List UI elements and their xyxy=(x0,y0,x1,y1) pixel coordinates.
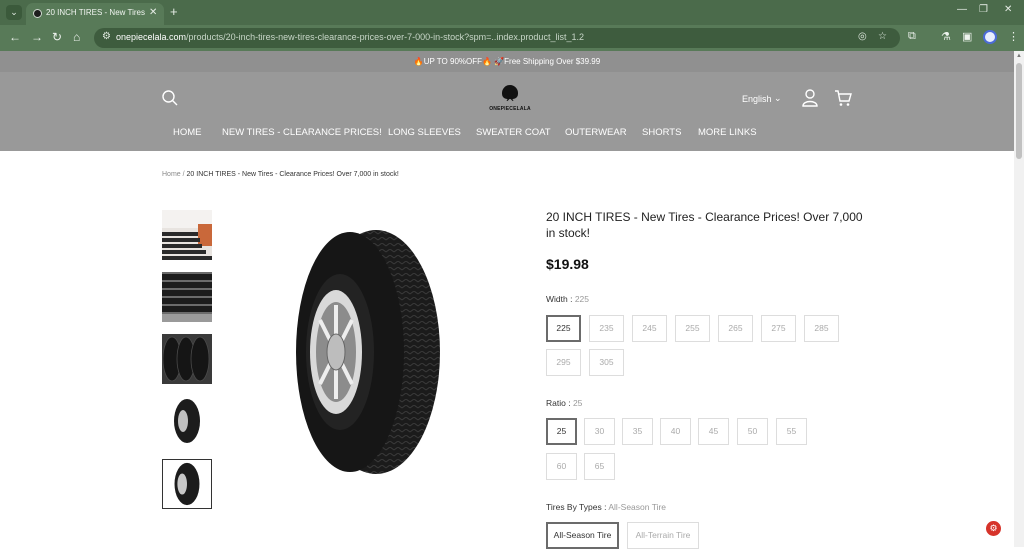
product-title: 20 INCH TIRES - New Tires - Clearance Pr… xyxy=(546,210,863,240)
profile-avatar[interactable] xyxy=(983,30,997,44)
width-option-label: Width : 225 xyxy=(546,294,590,304)
thumbnail-tire-single[interactable] xyxy=(162,396,212,446)
forward-icon[interactable]: → xyxy=(31,30,43,44)
thumbnail-tire-selected[interactable] xyxy=(162,459,212,509)
site-logo[interactable]: ✕ ONEPIECELALA xyxy=(485,83,535,115)
home-icon[interactable]: ⌂ xyxy=(73,30,80,44)
tab-close-icon[interactable]: ✕ xyxy=(149,7,157,18)
url-text[interactable]: onepiecelala.com/products/20-inch-tires-… xyxy=(116,32,584,42)
language-selector[interactable]: English xyxy=(742,94,772,104)
url-path: /products/20-inch-tires-new-tires-cleara… xyxy=(186,32,584,42)
main-nav: HOME NEW TIRES - CLEARANCE PRICES! LONG … xyxy=(0,127,1014,143)
extensions-icon[interactable]: ⧉ xyxy=(908,30,916,43)
breadcrumb: Home / 20 INCH TIRES - New Tires - Clear… xyxy=(162,171,399,178)
ratio-option-50[interactable]: 50 xyxy=(737,418,768,445)
address-bar[interactable]: ⚙ onepiecelala.com/products/20-inch-tire… xyxy=(94,28,900,48)
page-scrollbar[interactable]: ▲ xyxy=(1014,51,1024,547)
breadcrumb-current: 20 INCH TIRES - New Tires - Clearance Pr… xyxy=(186,171,399,178)
thumbnail-tire-warehouse[interactable] xyxy=(162,210,212,260)
ratio-option-label: Ratio : 25 xyxy=(546,398,583,408)
eye-off-icon[interactable]: ◎ xyxy=(858,31,867,42)
types-option-label: Tires By Types : All-Season Tire xyxy=(546,502,667,512)
width-option-245[interactable]: 245 xyxy=(632,315,667,342)
menu-kebab-icon[interactable]: ⋮ xyxy=(1008,30,1019,43)
ratio-selected-value: 25 xyxy=(572,398,583,408)
tab-search-button[interactable]: ⌄ xyxy=(6,5,22,20)
breadcrumb-home-link[interactable]: Home xyxy=(162,171,181,178)
ratio-option-25[interactable]: 25 xyxy=(546,418,577,445)
thumbnail-tire-stacks[interactable] xyxy=(162,272,212,322)
nav-item-more-links[interactable]: MORE LINKS xyxy=(698,127,757,138)
nav-item-home[interactable]: HOME xyxy=(173,127,202,138)
width-option-265[interactable]: 265 xyxy=(718,315,753,342)
width-selected-value: 225 xyxy=(574,294,590,304)
width-option-285[interactable]: 285 xyxy=(804,315,839,342)
side-panel-icon[interactable]: ▣ xyxy=(962,30,972,43)
minimize-icon[interactable]: — xyxy=(957,4,967,15)
types-selected-value: All-Season Tire xyxy=(608,502,667,512)
announcement-bar: 🔥UP TO 90%OFF🔥 🚀Free Shipping Over $39.9… xyxy=(0,51,1014,72)
ratio-option-55[interactable]: 55 xyxy=(776,418,807,445)
ratio-option-40[interactable]: 40 xyxy=(660,418,691,445)
product-main-image[interactable] xyxy=(290,225,444,480)
restore-icon[interactable]: ❐ xyxy=(979,4,988,15)
width-label-text: Width xyxy=(546,294,568,304)
browser-toolbar: ← → ↻ ⌂ ⚙ onepiecelala.com/products/20-i… xyxy=(0,25,1024,51)
ratio-option-45[interactable]: 45 xyxy=(698,418,729,445)
thumbnail-tire-row[interactable] xyxy=(162,334,212,384)
type-option-all-season[interactable]: All-Season Tire xyxy=(546,522,619,549)
search-icon[interactable] xyxy=(161,89,179,107)
nav-item-long-sleeves[interactable]: LONG SLEEVES xyxy=(388,127,461,138)
nav-item-shorts[interactable]: SHORTS xyxy=(642,127,681,138)
ratio-option-30[interactable]: 30 xyxy=(584,418,615,445)
width-option-255[interactable]: 255 xyxy=(675,315,710,342)
nav-item-sweater-coat[interactable]: SWEATER COAT xyxy=(476,127,551,138)
nav-item-outerwear[interactable]: OUTERWEAR xyxy=(565,127,627,138)
width-option-305[interactable]: 305 xyxy=(589,349,624,376)
scroll-up-arrow-icon[interactable]: ▲ xyxy=(1016,53,1022,59)
browser-tab-bar: ⌄ 20 INCH TIRES - New Tires - Cle ✕ + — … xyxy=(0,0,1024,25)
site-header: ✕ ONEPIECELALA English ⌄ HOME NEW TIRES … xyxy=(0,72,1014,151)
browser-tab[interactable]: 20 INCH TIRES - New Tires - Cle ✕ xyxy=(26,3,164,25)
width-option-275[interactable]: 275 xyxy=(761,315,796,342)
site-favicon-icon xyxy=(33,9,42,18)
window-close-icon[interactable]: ✕ xyxy=(1004,4,1012,15)
ratio-option-65[interactable]: 65 xyxy=(584,453,615,480)
width-option-235[interactable]: 235 xyxy=(589,315,624,342)
reload-icon[interactable]: ↻ xyxy=(52,30,62,44)
width-option-225[interactable]: 225 xyxy=(546,315,581,342)
ratio-label-text: Ratio xyxy=(546,398,566,408)
back-icon[interactable]: ← xyxy=(9,30,21,44)
width-option-295[interactable]: 295 xyxy=(546,349,581,376)
cart-icon[interactable] xyxy=(834,89,852,107)
tab-title: 20 INCH TIRES - New Tires - Cle xyxy=(46,8,146,17)
chat-help-icon[interactable]: ⚙ xyxy=(986,521,1001,536)
types-label-text: Tires By Types xyxy=(546,502,602,512)
ratio-option-60[interactable]: 60 xyxy=(546,453,577,480)
logo-text: ONEPIECELALA xyxy=(489,106,531,112)
crossbones-icon: ✕ xyxy=(504,91,516,105)
nav-item-new-tires[interactable]: NEW TIRES - CLEARANCE PRICES! xyxy=(222,127,382,138)
account-icon[interactable] xyxy=(802,89,818,107)
scrollbar-thumb[interactable] xyxy=(1016,63,1022,159)
new-tab-button[interactable]: + xyxy=(170,4,178,19)
ratio-option-35[interactable]: 35 xyxy=(622,418,653,445)
url-host: onepiecelala.com xyxy=(116,32,187,42)
type-option-all-terrain[interactable]: All-Terrain Tire xyxy=(627,522,699,549)
site-info-icon[interactable]: ⚙ xyxy=(102,31,111,42)
chevron-down-icon[interactable]: ⌄ xyxy=(774,93,782,104)
labs-flask-icon[interactable]: ⚗ xyxy=(941,30,951,43)
bookmark-star-icon[interactable]: ☆ xyxy=(878,31,887,42)
product-price: $19.98 xyxy=(546,256,589,272)
